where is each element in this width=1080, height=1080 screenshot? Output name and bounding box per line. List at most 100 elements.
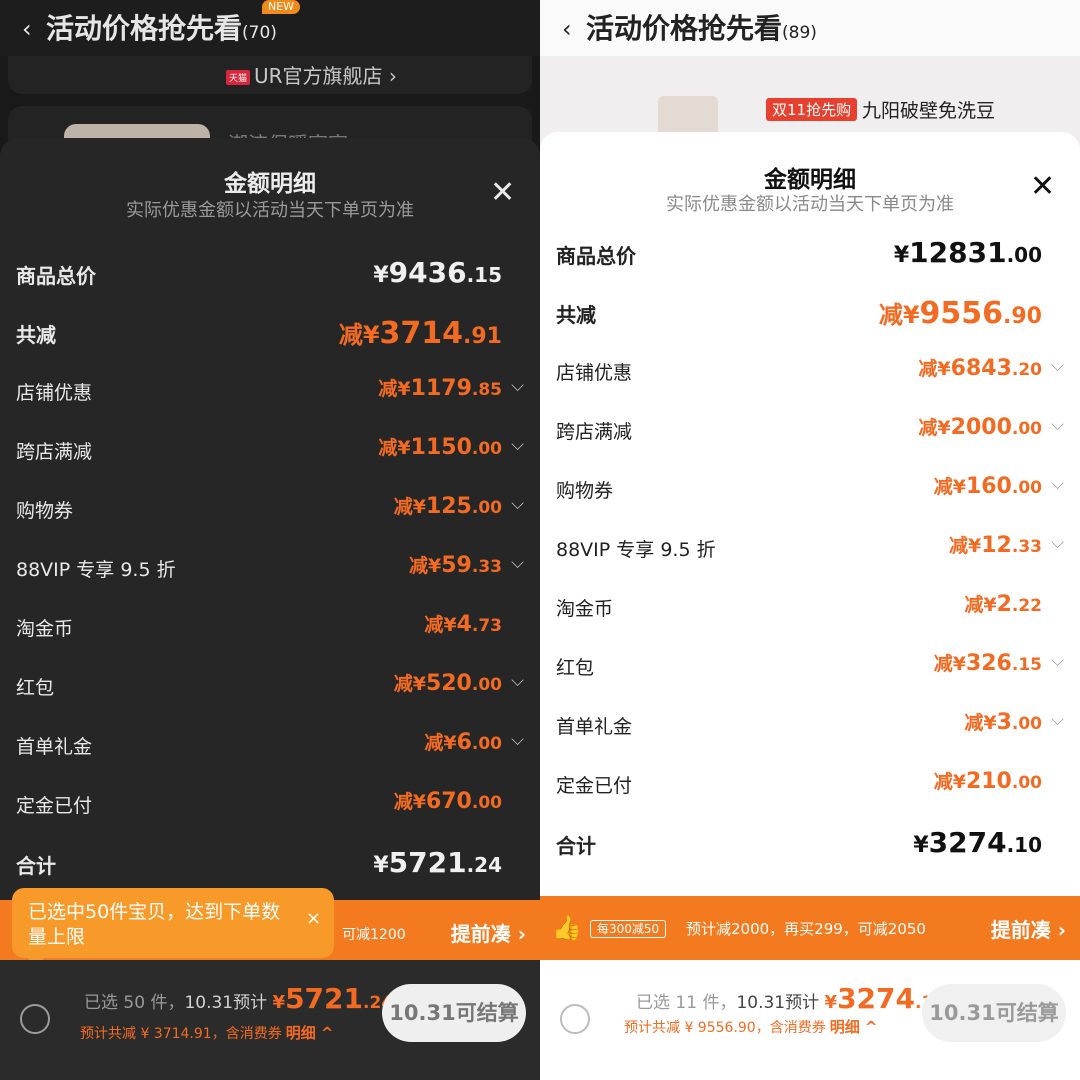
amount-yen: ¥ xyxy=(373,853,389,878)
select-all-radio[interactable] xyxy=(20,1004,50,1034)
row-label: 跨店满减 xyxy=(16,441,93,463)
page-title: 活动价格抢先看(70) xyxy=(46,10,277,52)
settle-button[interactable]: 10.31可结算 xyxy=(922,984,1066,1042)
detail-toggle[interactable]: 明细 ^ xyxy=(830,1018,878,1036)
row-amount: ¥3274.10 xyxy=(913,826,1042,859)
close-icon[interactable]: ✕ xyxy=(490,178,515,208)
row-vip-discount[interactable]: 88VIP 专享 9.5 折 减¥12.33 ⌵ xyxy=(540,527,1080,567)
double11-badge: 双11抢先购 xyxy=(766,98,858,121)
amount-jian: 减 xyxy=(878,301,903,329)
chevron-down-icon[interactable]: ⌵ xyxy=(511,551,524,575)
chevron-down-icon[interactable]: ⌵ xyxy=(511,433,524,457)
select-all-radio[interactable] xyxy=(560,1004,590,1034)
row-red-packet[interactable]: 红包 减¥326.15 ⌵ xyxy=(540,645,1080,685)
back-icon[interactable]: ‹ xyxy=(562,14,572,44)
back-icon[interactable]: ‹ xyxy=(22,14,32,44)
row-amount: 减¥3.00 xyxy=(964,708,1042,735)
row-first-order-gift[interactable]: 首单礼金 减¥6.00 ⌵ xyxy=(0,724,540,764)
amount-jian: 减 xyxy=(424,614,444,636)
row-shopping-voucher[interactable]: 购物券 减¥160.00 ⌵ xyxy=(540,468,1080,508)
row-cross-store-discount[interactable]: 跨店满减 减¥1150.00 ⌵ xyxy=(0,429,540,469)
chevron-down-icon[interactable]: ⌵ xyxy=(1051,354,1064,378)
right-screenshot: 双11抢先购 九阳破壁免洗豆 ‹ 活动价格抢先看(89) 金额明细 实际优惠金额… xyxy=(540,0,1080,1080)
amount-yen: ¥ xyxy=(952,653,966,675)
amount-int: 12 xyxy=(981,533,1012,558)
amount-int: 520 xyxy=(425,671,472,696)
row-store-discount[interactable]: 店铺优惠 减¥1179.85 ⌵ xyxy=(0,370,540,410)
amount-detail-sheet: 金额明细 实际优惠金额以活动当天下单页为准 ✕ 商品总价 ¥9436.15 共减 减¥… xyxy=(0,138,540,968)
amount-dec: .00 xyxy=(471,675,502,695)
amount-jian: 减 xyxy=(918,417,938,439)
amount-integer: 3274 xyxy=(837,982,915,1015)
currency-symbol: ¥ xyxy=(272,992,286,1013)
amount-jian: 减 xyxy=(933,476,953,498)
amount-int: 3714 xyxy=(379,316,464,351)
row-vip-discount[interactable]: 88VIP 专享 9.5 折 减¥59.33 ⌵ xyxy=(0,547,540,587)
amount-yen: ¥ xyxy=(443,732,457,754)
selected-count: 已选 50 件， xyxy=(84,993,185,1013)
amount-jian: 减 xyxy=(378,437,398,459)
row-total-price: 商品总价 ¥9436.15 xyxy=(0,252,540,292)
add-more-button[interactable]: 提前凑 › xyxy=(451,918,526,947)
amount-yen: ¥ xyxy=(937,358,951,380)
amount-int: 12831 xyxy=(909,236,1007,269)
amount-jian: 减 xyxy=(949,535,969,557)
sheet-subtitle: 实际优惠金额以活动当天下单页为准 xyxy=(126,200,414,221)
chevron-down-icon[interactable]: ⌵ xyxy=(1051,472,1064,496)
row-cross-store-discount[interactable]: 跨店满减 减¥2000.00 ⌵ xyxy=(540,409,1080,449)
amount-int: 3274 xyxy=(928,826,1007,859)
amount-jian: 减 xyxy=(338,321,363,349)
row-label: 共减 xyxy=(556,303,596,327)
chevron-down-icon[interactable]: ⌵ xyxy=(511,374,524,398)
amount-dec: .00 xyxy=(1006,243,1042,267)
header: ‹ 活动价格抢先看(89) xyxy=(540,0,1080,56)
row-label: 定金已付 xyxy=(556,775,633,797)
amount-yen: ¥ xyxy=(412,496,426,518)
amount-dec: .15 xyxy=(466,263,502,287)
amount-jian: 减 xyxy=(918,358,938,380)
sheet-title: 金额明细 xyxy=(224,171,316,197)
add-more-button[interactable]: 提前凑 › xyxy=(991,914,1066,943)
chevron-down-icon[interactable]: ⌵ xyxy=(511,492,524,516)
row-amount: ¥12831.00 xyxy=(894,236,1042,269)
row-label: 合计 xyxy=(556,834,596,858)
row-shopping-voucher[interactable]: 购物券 减¥125.00 ⌵ xyxy=(0,488,540,528)
amount-dec: .22 xyxy=(1011,596,1042,616)
amount-yen: ¥ xyxy=(373,263,389,288)
amount-jian: 减 xyxy=(933,653,953,675)
chevron-down-icon[interactable]: ⌵ xyxy=(511,669,524,693)
chevron-down-icon[interactable]: ⌵ xyxy=(1051,413,1064,437)
row-total-price: 商品总价 ¥12831.00 xyxy=(540,232,1080,272)
amount-yen: ¥ xyxy=(443,614,457,636)
row-deposit-paid: 定金已付 减¥210.00 xyxy=(540,763,1080,803)
store-link[interactable]: 天猫 UR官方旗舰店 › xyxy=(226,60,397,89)
amount-dec: .15 xyxy=(1011,655,1042,675)
row-first-order-gift[interactable]: 首单礼金 减¥3.00 ⌵ xyxy=(540,704,1080,744)
chevron-down-icon[interactable]: ⌵ xyxy=(1051,708,1064,732)
amount-dec: .00 xyxy=(1011,714,1042,734)
currency-symbol: ¥ xyxy=(824,992,838,1013)
amount-int: 160 xyxy=(965,474,1012,499)
tooltip-close-icon[interactable]: × xyxy=(306,908,321,929)
left-screenshot: 天猫UR官方旗舰店 › 潮流保暖宽宽 ‹ 活动价格抢先看(70) NEW 金额明… xyxy=(0,0,540,1080)
amount-dec: .91 xyxy=(463,324,502,349)
promo-text: 预计减2000，再买299，可减2050 xyxy=(686,920,926,938)
chevron-down-icon[interactable]: ⌵ xyxy=(1051,531,1064,555)
row-total-discount: 共减 减¥9556.90 xyxy=(540,291,1080,331)
row-label: 红包 xyxy=(16,677,55,699)
row-store-discount[interactable]: 店铺优惠 减¥6843.20 ⌵ xyxy=(540,350,1080,390)
row-red-packet[interactable]: 红包 减¥520.00 ⌵ xyxy=(0,665,540,705)
row-label: 购物券 xyxy=(556,480,614,502)
amount-integer: 5721 xyxy=(285,982,363,1015)
settle-button[interactable]: 10.31可结算 xyxy=(382,984,526,1042)
close-icon[interactable]: ✕ xyxy=(1030,172,1055,202)
checkout-footer: 已选 50 件，10.31预计 ¥5721.24 预计共减 ¥ 3714.91，… xyxy=(0,960,540,1080)
detail-toggle[interactable]: 明细 ^ xyxy=(286,1024,334,1042)
chevron-down-icon[interactable]: ⌵ xyxy=(511,728,524,752)
amount-int: 670 xyxy=(425,789,472,814)
amount-yen: ¥ xyxy=(412,673,426,695)
row-label: 合计 xyxy=(16,854,56,878)
row-taojinbi: 淘金币 减¥4.73 xyxy=(0,606,540,646)
chevron-down-icon[interactable]: ⌵ xyxy=(1051,649,1064,673)
promo-pill: 每300减50 xyxy=(590,920,667,938)
